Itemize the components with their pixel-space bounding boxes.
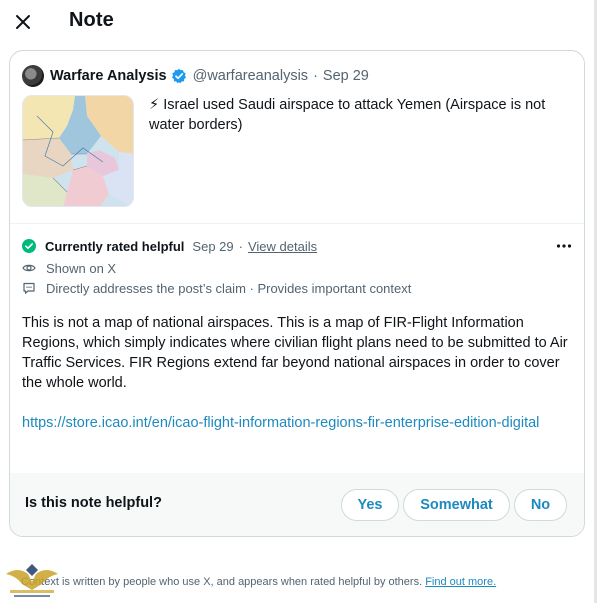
find-out-more-link[interactable]: Find out more. bbox=[425, 576, 496, 588]
view-details-link[interactable]: View details bbox=[248, 239, 317, 254]
author-handle[interactable]: @warfareanalysis bbox=[193, 68, 308, 84]
avatar[interactable] bbox=[22, 65, 44, 87]
helpfulness-prompt: Is this note helpful? Yes Somewhat No bbox=[10, 473, 584, 536]
author-name[interactable]: Warfare Analysis bbox=[50, 68, 167, 84]
page-title: Note bbox=[69, 9, 114, 31]
more-horizontal-icon bbox=[556, 244, 572, 248]
separator-dot: · bbox=[313, 68, 318, 84]
no-button[interactable]: No bbox=[514, 489, 567, 521]
close-icon bbox=[16, 15, 30, 29]
note-source-link[interactable]: https://store.icao.int/en/icao-flight-in… bbox=[22, 413, 578, 433]
footer-text: Context is written by people who use X, … bbox=[21, 576, 423, 588]
note-body: This is not a map of national airspaces.… bbox=[22, 315, 568, 391]
map-image bbox=[23, 96, 133, 206]
eye-icon bbox=[22, 261, 36, 275]
comment-icon bbox=[22, 281, 36, 295]
watermark-logo bbox=[2, 560, 62, 602]
reasons-label: Directly addresses the post’s claim · Pr… bbox=[46, 280, 412, 296]
note-status-label: Currently rated helpful bbox=[45, 238, 185, 254]
tweet-media-thumbnail[interactable] bbox=[22, 95, 134, 207]
shown-on-label: Shown on X bbox=[46, 260, 117, 276]
footer-disclaimer: Context is written by people who use X, … bbox=[21, 576, 496, 588]
tweet-date[interactable]: Sep 29 bbox=[323, 68, 369, 84]
note-date: Sep 29 bbox=[192, 238, 234, 254]
separator-dot: · bbox=[238, 238, 243, 254]
yes-button[interactable]: Yes bbox=[341, 489, 399, 521]
more-options-button[interactable] bbox=[554, 236, 574, 256]
helpful-question: Is this note helpful? bbox=[25, 495, 162, 511]
close-button[interactable] bbox=[10, 8, 36, 36]
checkmark-circle-icon bbox=[22, 239, 36, 253]
note-card: Warfare Analysis @warfareanalysis · Sep … bbox=[9, 50, 585, 537]
note-status-row: Currently rated helpful Sep 29 · View de… bbox=[22, 236, 574, 256]
tweet-header: Warfare Analysis @warfareanalysis · Sep … bbox=[22, 64, 369, 88]
shown-on-row: Shown on X bbox=[22, 259, 574, 277]
somewhat-button[interactable]: Somewhat bbox=[403, 489, 510, 521]
verified-badge-icon bbox=[171, 68, 186, 84]
divider bbox=[10, 223, 584, 224]
tweet-text: ⚡ Israel used Saudi airspace to attack Y… bbox=[149, 97, 546, 133]
reasons-row: Directly addresses the post’s claim · Pr… bbox=[22, 279, 574, 297]
note-header: Note bbox=[0, 0, 597, 46]
